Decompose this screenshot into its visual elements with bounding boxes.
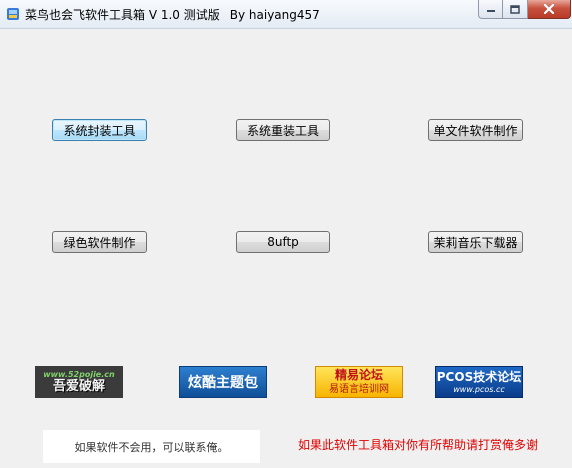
8uftp-button[interactable]: 8uftp — [236, 231, 330, 253]
maximize-button[interactable] — [503, 0, 528, 19]
jingyi-forum-banner-link[interactable]: 精易论坛 易语言培训网 — [315, 366, 403, 398]
donation-notice: 如果此软件工具箱对你有所帮助请打赏俺多谢 — [298, 438, 539, 452]
jingyi-banner-line1: 精易论坛 — [334, 368, 383, 382]
theme-pack-banner-text: 炫酷主题包 — [188, 375, 258, 391]
window-author: By haiyang457 — [229, 8, 320, 22]
app-icon — [7, 8, 19, 20]
jasmine-music-downloader-button[interactable]: 茉莉音乐下载器 — [428, 231, 523, 253]
single-file-maker-button[interactable]: 单文件软件制作 — [428, 119, 523, 141]
portable-software-maker-button[interactable]: 绿色软件制作 — [52, 231, 147, 253]
maximize-icon — [510, 4, 520, 14]
window-title: 菜鸟也会飞软件工具箱 V 1.0 测试版 By haiyang457 — [25, 6, 320, 23]
pcos-banner-line1: PCOS技术论坛 — [436, 369, 522, 384]
minimize-button[interactable] — [478, 0, 503, 19]
52pojie-banner-link[interactable]: www.52pojie.cn 吾爱破解 — [35, 366, 123, 398]
system-reinstall-tool-button[interactable]: 系统重装工具 — [236, 119, 330, 141]
minimize-icon — [486, 10, 495, 12]
title-bar[interactable]: 菜鸟也会飞软件工具箱 V 1.0 测试版 By haiyang457 — [0, 0, 572, 29]
system-package-tool-button[interactable]: 系统封装工具 — [52, 119, 147, 141]
close-icon — [543, 4, 555, 14]
jingyi-banner-line2: 易语言培训网 — [329, 384, 389, 395]
contact-notice: 如果软件不会用，可以联系俺。 — [43, 430, 260, 463]
52pojie-banner-url: www.52pojie.cn — [43, 369, 115, 379]
pcos-banner-line2: www.pcos.cc — [453, 384, 505, 394]
contact-notice-text: 如果软件不会用，可以联系俺。 — [74, 440, 229, 454]
close-button[interactable] — [528, 0, 571, 19]
theme-pack-banner-link[interactable]: 炫酷主题包 — [179, 366, 267, 398]
52pojie-banner-text: 吾爱破解 — [52, 378, 105, 394]
pcos-forum-banner-link[interactable]: PCOS技术论坛 www.pcos.cc — [435, 366, 523, 398]
window-title-text: 菜鸟也会飞软件工具箱 V 1.0 测试版 — [25, 8, 220, 22]
